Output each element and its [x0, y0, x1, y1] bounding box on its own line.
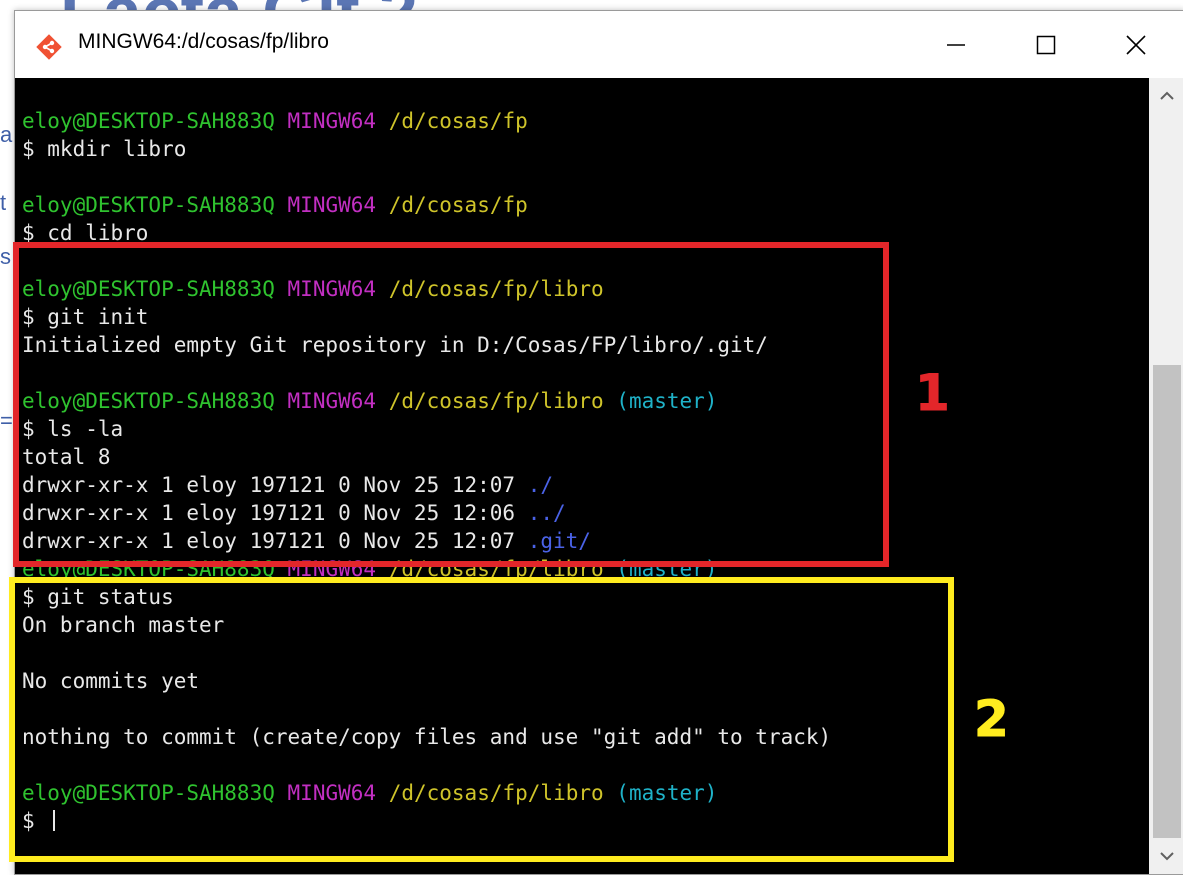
terminal-line-prompt: eloy@DESKTOP-SAH883Q MINGW64 /d/cosas/fp…	[22, 275, 831, 303]
scroll-thumb[interactable]	[1153, 365, 1181, 838]
terminal-line-command: $ ls -la	[22, 415, 831, 443]
prompt-user: eloy@DESKTOP-SAH883Q	[22, 389, 275, 413]
listing-details: drwxr-xr-x 1 eloy 197121 0 Nov 25 12:07	[22, 473, 528, 497]
terminal-line-output: total 8	[22, 443, 831, 471]
prompt-user: eloy@DESKTOP-SAH883Q	[22, 193, 275, 217]
terminal-line-listing: drwxr-xr-x 1 eloy 197121 0 Nov 25 12:07 …	[22, 471, 831, 499]
prompt-path: /d/cosas/fp/libro	[388, 557, 604, 581]
terminal-output[interactable]: eloy@DESKTOP-SAH883Q MINGW64 /d/cosas/fp…	[15, 78, 1149, 874]
prompt-path: /d/cosas/fp/libro	[388, 277, 604, 301]
prompt-user: eloy@DESKTOP-SAH883Q	[22, 109, 275, 133]
chevron-up-icon	[1160, 91, 1174, 100]
background-page-text: s	[0, 244, 11, 269]
line-text: Initialized empty Git repository in D:/C…	[22, 333, 768, 357]
prompt-branch: (master)	[616, 557, 718, 581]
prompt-path: /d/cosas/fp/libro	[388, 781, 604, 805]
prompt-user: eloy@DESKTOP-SAH883Q	[22, 781, 275, 805]
terminal-line-prompt: eloy@DESKTOP-SAH883Q MINGW64 /d/cosas/fp	[22, 107, 831, 135]
listing-name: .git/	[527, 529, 591, 553]
terminal-line-command: $ git init	[22, 303, 831, 331]
terminal-line-listing: drwxr-xr-x 1 eloy 197121 0 Nov 25 12:07 …	[22, 527, 831, 555]
chevron-down-icon	[1160, 852, 1174, 861]
git-diamond-icon	[36, 34, 62, 60]
terminal-line-output: On branch master	[22, 611, 831, 639]
line-text: $ git init	[22, 305, 149, 329]
close-icon	[1126, 34, 1146, 55]
line-text: On branch master	[22, 613, 225, 637]
prompt-host: MINGW64	[287, 277, 377, 301]
listing-details: drwxr-xr-x 1 eloy 197121 0 Nov 25 12:07	[22, 529, 528, 553]
line-text: total 8	[22, 445, 111, 469]
listing-name: ../	[527, 501, 566, 525]
line-text: $ ls -la	[22, 417, 124, 441]
input-prompt: $	[22, 809, 48, 833]
listing-details: drwxr-xr-x 1 eloy 197121 0 Nov 25 12:06	[22, 501, 528, 525]
terminal-line-command: $ git status	[22, 583, 831, 611]
annotation-label-2: 2	[974, 690, 1010, 749]
terminal-line-command: $ mkdir libro	[22, 135, 831, 163]
prompt-host: MINGW64	[287, 781, 377, 805]
prompt-path: /d/cosas/fp	[388, 193, 528, 217]
line-text: nothing to commit (create/copy files and…	[22, 725, 832, 749]
background-page-text: =	[0, 408, 13, 433]
terminal-line-prompt: eloy@DESKTOP-SAH883Q MINGW64 /d/cosas/fp…	[22, 555, 831, 583]
prompt-host: MINGW64	[287, 389, 377, 413]
line-text: No commits yet	[22, 669, 200, 693]
prompt-user: eloy@DESKTOP-SAH883Q	[22, 557, 275, 581]
window-title: MINGW64:/d/cosas/fp/libro	[78, 30, 329, 53]
terminal-line-input: $	[22, 807, 831, 835]
annotation-label-1: 1	[915, 364, 951, 423]
terminal-line-listing: drwxr-xr-x 1 eloy 197121 0 Nov 25 12:06 …	[22, 499, 831, 527]
prompt-path: /d/cosas/fp	[388, 109, 528, 133]
prompt-branch: (master)	[616, 781, 718, 805]
minimize-button[interactable]	[916, 11, 996, 78]
maximize-icon	[1036, 35, 1056, 54]
terminal-line-output: No commits yet	[22, 667, 831, 695]
background-page-text: t	[0, 190, 7, 215]
title-bar[interactable]: MINGW64:/d/cosas/fp/libro	[15, 11, 1183, 78]
terminal-line-output: Initialized empty Git repository in D:/C…	[22, 331, 831, 359]
vertical-scrollbar[interactable]	[1149, 78, 1183, 874]
terminal-line-prompt: eloy@DESKTOP-SAH883Q MINGW64 /d/cosas/fp	[22, 191, 831, 219]
text-cursor	[53, 810, 56, 831]
prompt-host: MINGW64	[287, 557, 377, 581]
maximize-button[interactable]	[1006, 11, 1086, 78]
prompt-user: eloy@DESKTOP-SAH883Q	[22, 277, 275, 301]
scroll-up-button[interactable]	[1149, 78, 1183, 114]
line-text: $ mkdir libro	[22, 137, 187, 161]
line-text: $ git status	[22, 585, 174, 609]
listing-name: ./	[527, 473, 554, 497]
line-text: $ cd libro	[22, 221, 149, 245]
prompt-host: MINGW64	[287, 193, 377, 217]
terminal-lines: eloy@DESKTOP-SAH883Q MINGW64 /d/cosas/fp…	[22, 107, 831, 835]
terminal-line-prompt: eloy@DESKTOP-SAH883Q MINGW64 /d/cosas/fp…	[22, 387, 831, 415]
terminal-line-prompt: eloy@DESKTOP-SAH883Q MINGW64 /d/cosas/fp…	[22, 779, 831, 807]
prompt-branch: (master)	[616, 389, 718, 413]
background-page-text: a	[0, 122, 13, 147]
close-button[interactable]	[1096, 11, 1176, 78]
minimize-icon	[947, 43, 965, 46]
terminal-line-output: nothing to commit (create/copy files and…	[22, 723, 831, 751]
terminal-line-command: $ cd libro	[22, 219, 831, 247]
scroll-down-button[interactable]	[1149, 838, 1183, 874]
prompt-host: MINGW64	[287, 109, 377, 133]
prompt-path: /d/cosas/fp/libro	[388, 389, 604, 413]
